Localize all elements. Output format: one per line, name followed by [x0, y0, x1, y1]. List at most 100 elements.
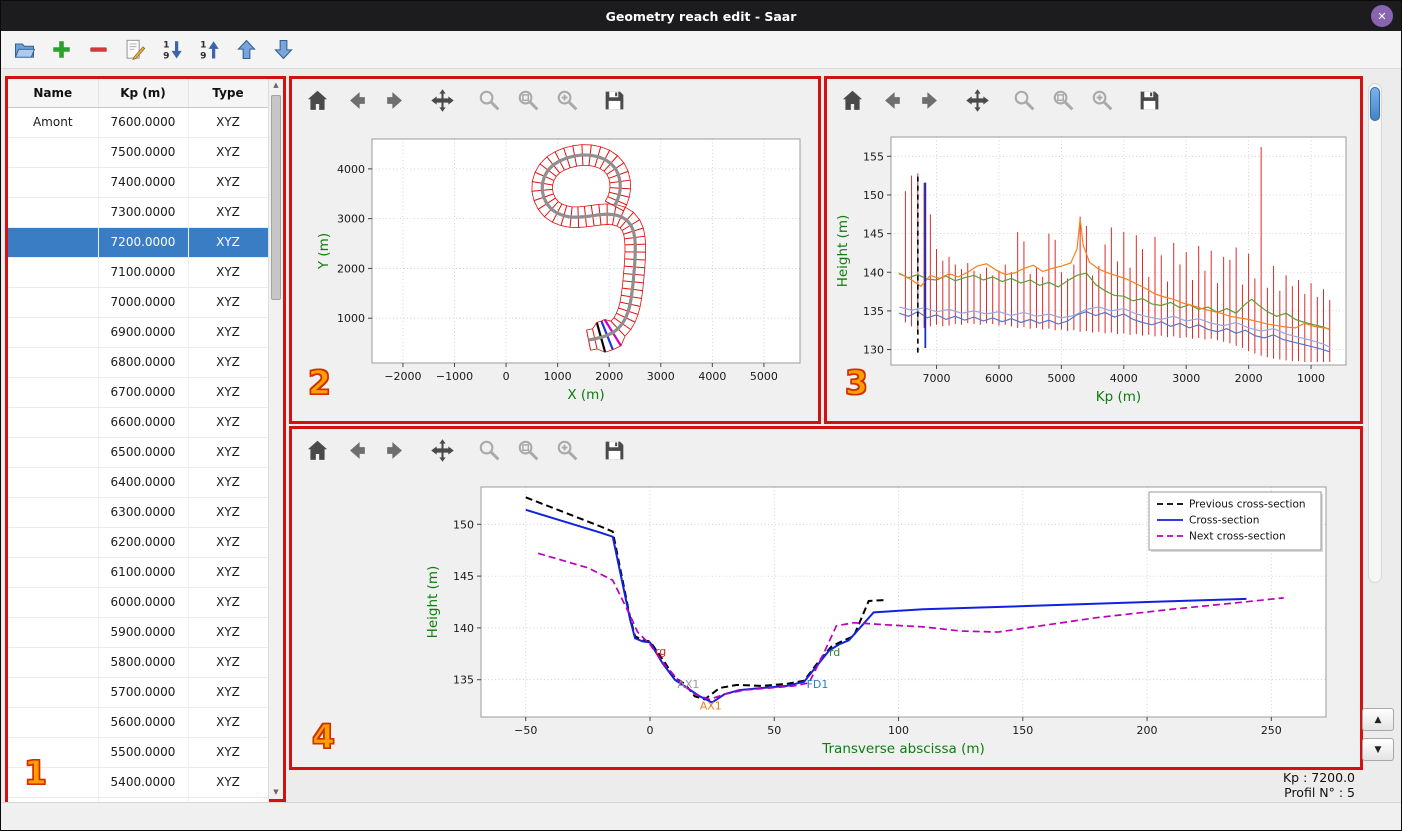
cell-kp[interactable]: 6900.0000 — [98, 317, 189, 348]
col-header-name[interactable]: Name — [8, 79, 99, 108]
cell-kp[interactable]: 7500.0000 — [98, 137, 189, 168]
cell-type[interactable]: XYZ — [188, 437, 269, 468]
zoom-rect-icon[interactable] — [554, 437, 580, 463]
close-button[interactable]: ✕ — [1371, 5, 1393, 27]
scroll-up-icon[interactable]: ▲ — [269, 79, 283, 92]
table-row[interactable]: 6200.0000 XYZ — [8, 527, 269, 558]
table-row[interactable]: 5800.0000 XYZ — [8, 647, 269, 678]
cell-type[interactable]: XYZ — [188, 497, 269, 528]
cell-kp[interactable]: 6800.0000 — [98, 347, 189, 378]
cell-type[interactable]: XYZ — [188, 377, 269, 408]
sort-descending-icon[interactable] — [159, 36, 186, 63]
cell-type[interactable]: XYZ — [188, 347, 269, 378]
cell-type[interactable]: XYZ — [188, 197, 269, 228]
cell-type[interactable]: XYZ — [188, 707, 269, 738]
add-profile-icon[interactable] — [48, 36, 75, 63]
col-header-kp[interactable]: Kp (m) — [98, 79, 189, 108]
zoom-icon[interactable] — [476, 87, 502, 113]
vertical-slider[interactable] — [1368, 83, 1382, 583]
table-scrollbar-thumb[interactable] — [271, 95, 281, 300]
zoom-region-icon[interactable] — [515, 87, 541, 113]
cell-name[interactable] — [8, 587, 99, 618]
cell-name[interactable] — [8, 677, 99, 708]
cell-name[interactable] — [8, 167, 99, 198]
table-row[interactable]: 5600.0000 XYZ — [8, 707, 269, 738]
cell-kp[interactable]: 5700.0000 — [98, 677, 189, 708]
cell-type[interactable]: XYZ — [188, 557, 269, 588]
home-icon[interactable] — [304, 437, 330, 463]
back-icon[interactable] — [878, 87, 904, 113]
cell-kp[interactable]: 5400.0000 — [98, 767, 189, 798]
cell-name[interactable] — [8, 377, 99, 408]
zoom-icon[interactable] — [1011, 87, 1037, 113]
move-down-icon[interactable] — [270, 36, 297, 63]
save-icon[interactable] — [601, 87, 627, 113]
cell-type[interactable]: XYZ — [188, 107, 269, 138]
cell-type[interactable]: XYZ — [188, 587, 269, 618]
table-row[interactable]: 6500.0000 XYZ — [8, 437, 269, 468]
table-row[interactable]: 6000.0000 XYZ — [8, 587, 269, 618]
table-row[interactable]: 6800.0000 XYZ — [8, 347, 269, 378]
scroll-down-icon[interactable]: ▼ — [269, 786, 283, 799]
table-row[interactable]: Amont 7600.0000 XYZ — [8, 107, 269, 138]
profile-up-button[interactable]: ▲ — [1362, 708, 1394, 731]
plan-chart[interactable]: −2000 −1000 0 1000 2000 3000 4000 5000 1000 2000 3… — [292, 121, 818, 421]
zoom-rect-icon[interactable] — [554, 87, 580, 113]
forward-icon[interactable] — [382, 87, 408, 113]
open-file-icon[interactable] — [11, 36, 38, 63]
cell-kp[interactable]: 6000.0000 — [98, 587, 189, 618]
cell-type[interactable]: XYZ — [188, 737, 269, 768]
cell-kp[interactable]: 7600.0000 — [98, 107, 189, 138]
cell-kp[interactable]: 7000.0000 — [98, 287, 189, 318]
pan-icon[interactable] — [964, 87, 990, 113]
cell-type[interactable]: XYZ — [188, 287, 269, 318]
cell-kp[interactable]: 6700.0000 — [98, 377, 189, 408]
cell-name[interactable]: Amont — [8, 107, 99, 138]
cell-type[interactable]: XYZ — [188, 227, 269, 258]
table-row[interactable]: 6700.0000 XYZ — [8, 377, 269, 408]
zoom-rect-icon[interactable] — [1089, 87, 1115, 113]
cell-type[interactable]: XYZ — [188, 407, 269, 438]
cell-type[interactable]: XYZ — [188, 647, 269, 678]
table-row[interactable]: 7500.0000 XYZ — [8, 137, 269, 168]
cell-name[interactable] — [8, 557, 99, 588]
table-row[interactable]: 7200.0000 XYZ — [8, 227, 269, 258]
cell-name[interactable] — [8, 137, 99, 168]
table-row[interactable]: 5400.0000 XYZ — [8, 767, 269, 798]
home-icon[interactable] — [839, 87, 865, 113]
cell-type[interactable]: XYZ — [188, 467, 269, 498]
cell-name[interactable] — [8, 737, 99, 768]
cell-name[interactable] — [8, 527, 99, 558]
cell-name[interactable] — [8, 437, 99, 468]
cell-kp[interactable]: 7200.0000 — [98, 227, 189, 258]
back-icon[interactable] — [343, 87, 369, 113]
cross-section-chart[interactable]: −50 0 50 100 150 200 250 135 140 145 150 Transverse… — [292, 471, 1360, 767]
cell-type[interactable]: XYZ — [188, 257, 269, 288]
cell-kp[interactable]: 5800.0000 — [98, 647, 189, 678]
cell-name[interactable] — [8, 707, 99, 738]
forward-icon[interactable] — [917, 87, 943, 113]
zoom-region-icon[interactable] — [515, 437, 541, 463]
sort-ascending-icon[interactable] — [196, 36, 223, 63]
cell-name[interactable] — [8, 227, 99, 258]
back-icon[interactable] — [343, 437, 369, 463]
table-row[interactable]: 6400.0000 XYZ — [8, 467, 269, 498]
cell-kp[interactable]: 6200.0000 — [98, 527, 189, 558]
table-row[interactable]: 7100.0000 XYZ — [8, 257, 269, 288]
save-icon[interactable] — [1136, 87, 1162, 113]
home-icon[interactable] — [304, 87, 330, 113]
table-row[interactable]: 6900.0000 XYZ — [8, 317, 269, 348]
cell-type[interactable]: XYZ — [188, 677, 269, 708]
table-row[interactable]: 6600.0000 XYZ — [8, 407, 269, 438]
zoom-icon[interactable] — [476, 437, 502, 463]
cell-type[interactable]: XYZ — [188, 527, 269, 558]
long-profile-chart[interactable]: 7000 6000 5000 4000 3000 2000 1000 130 135 140 145… — [827, 121, 1360, 421]
zoom-region-icon[interactable] — [1050, 87, 1076, 113]
cell-type[interactable]: XYZ — [188, 167, 269, 198]
table-row[interactable]: 7000.0000 XYZ — [8, 287, 269, 318]
cell-kp[interactable]: 6400.0000 — [98, 467, 189, 498]
cell-name[interactable] — [8, 767, 99, 798]
cell-name[interactable] — [8, 317, 99, 348]
cell-kp[interactable]: 6500.0000 — [98, 437, 189, 468]
cell-name[interactable] — [8, 257, 99, 288]
